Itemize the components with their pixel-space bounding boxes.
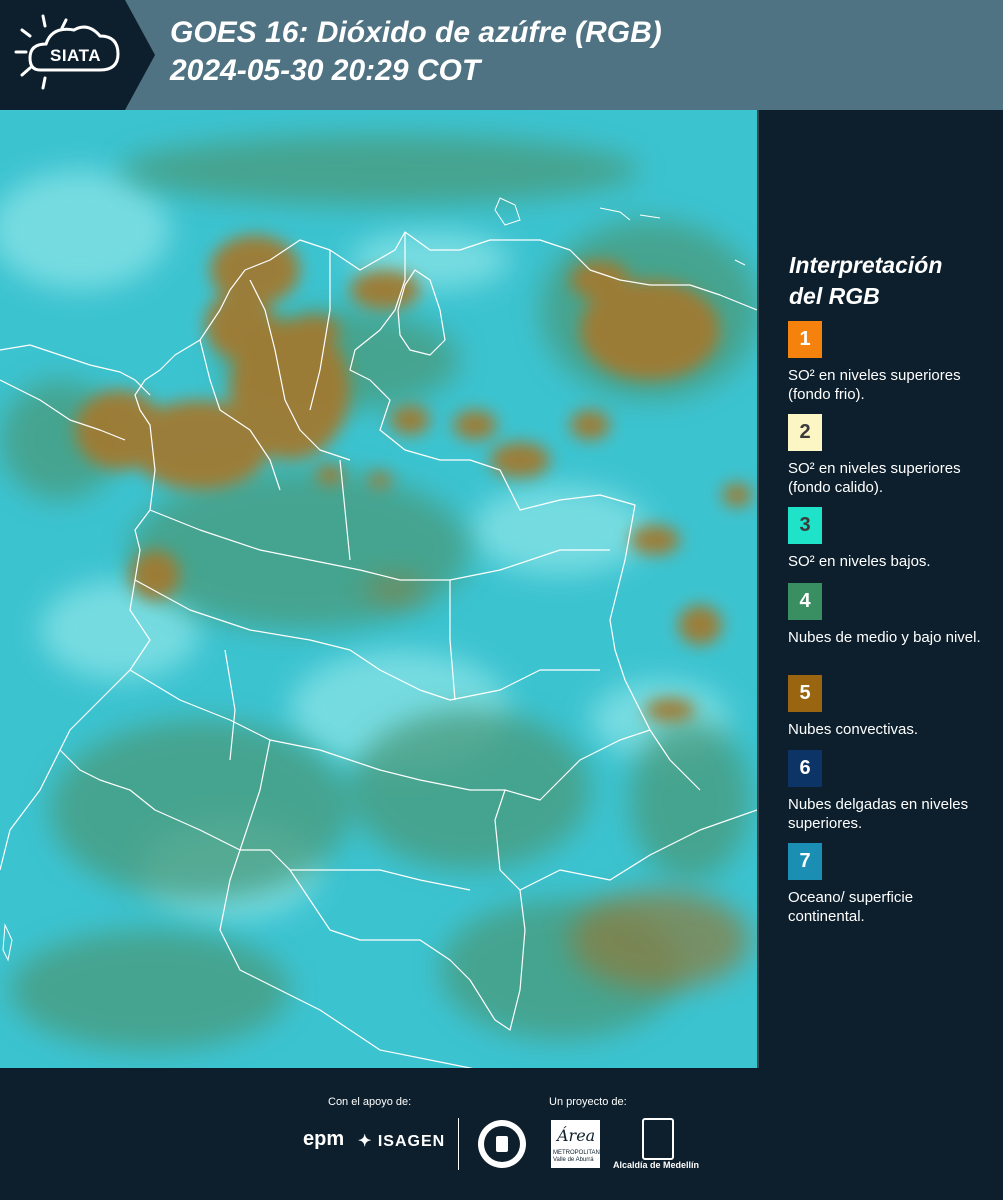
legend-title-line1: Interpretación	[789, 252, 943, 278]
legend-swatch-3: 3	[788, 507, 822, 544]
legend-label-2: SO² en niveles superiores (fondo calido)…	[788, 460, 961, 496]
legend-swatch-4: 4	[788, 583, 822, 620]
legend-item-5: 5 Nubes convectivas.	[788, 675, 988, 739]
legend-number-7: 7	[799, 850, 811, 872]
satellite-map[interactable]	[0, 110, 759, 1068]
legend-label-6: Nubes delgadas en niveles superiores.	[788, 796, 969, 832]
header-bar: SIATA GOES 16: Dióxido de azúfre (RGB) 2…	[0, 0, 1003, 110]
legend-number-2: 2	[799, 421, 811, 443]
legend-swatch-1: 1	[788, 321, 822, 358]
legend-swatch-5: 5	[788, 675, 822, 712]
legend-item-7: 7 Oceano/ superficie continental.	[788, 843, 988, 926]
support-label: Con el apoyo de:	[328, 1096, 412, 1108]
satellite-image	[0, 110, 757, 1068]
legend-label-1: SO² en niveles superiores (fondo frio).	[788, 367, 961, 403]
isagen-logo-text: ISAGEN	[377, 1133, 446, 1150]
legend-item-2: 2 SO² en niveles superiores (fondo calid…	[788, 414, 988, 497]
legend-label-7: Oceano/ superficie continental.	[788, 889, 914, 925]
legend-number-1: 1	[799, 328, 811, 350]
legend-swatch-6: 6	[788, 750, 822, 787]
page-title: GOES 16: Dióxido de azúfre (RGB) 2024-05…	[170, 14, 662, 90]
legend-swatch-2: 2	[788, 414, 822, 451]
legend-title-line2: del RGB	[789, 283, 880, 309]
legend-title: Interpretación del RGB	[789, 250, 942, 312]
legend-label-3: SO² en niveles bajos.	[788, 553, 931, 570]
area-logo-word: Área	[557, 1126, 596, 1145]
legend-item-1: 1 SO² en niveles superiores (fondo frio)…	[788, 321, 988, 404]
area-metropolitana-logo: Área METROPOLITANA Valle de Aburrá	[551, 1120, 604, 1168]
area-logo-subtitle: METROPOLITANA Valle de Aburrá	[553, 1150, 604, 1163]
footer: Con el apoyo de: Un proyecto de: epm ✦ I…	[0, 1068, 1003, 1200]
legend-label-5: Nubes convectivas.	[788, 721, 919, 738]
alcaldia-emblem-icon	[642, 1118, 674, 1160]
siata-logo-text: SIATA	[50, 46, 101, 65]
epm-logo: epm	[303, 1128, 345, 1150]
seal-hand-icon	[496, 1136, 508, 1152]
rgb-legend: Interpretación del RGB 1 SO² en niveles …	[760, 110, 1003, 1068]
legend-label-4: Nubes de medio y bajo nivel.	[788, 629, 981, 646]
legend-item-6: 6 Nubes delgadas en niveles superiores.	[788, 750, 988, 833]
legend-number-6: 6	[799, 757, 811, 779]
legend-number-3: 3	[799, 514, 811, 536]
legend-item-3: 3 SO² en niveles bajos.	[788, 507, 988, 571]
legend-number-4: 4	[799, 590, 811, 612]
title-timestamp: 2024-05-30 20:29 COT	[170, 54, 481, 87]
title-product: GOES 16: Dióxido de azúfre (RGB)	[170, 16, 662, 49]
medellin-seal-logo	[478, 1120, 526, 1168]
legend-swatch-7: 7	[788, 843, 822, 880]
legend-item-4: 4 Nubes de medio y bajo nivel.	[788, 583, 988, 647]
seal-ring	[484, 1126, 520, 1162]
isagen-logo: ✦ ISAGEN	[358, 1131, 445, 1151]
siata-logo: SIATA	[0, 0, 155, 110]
legend-number-5: 5	[799, 682, 811, 704]
isagen-mark-icon: ✦	[358, 1133, 378, 1150]
project-label: Un proyecto de:	[549, 1096, 627, 1108]
alcaldia-logo-text: Alcaldía de Medellín	[613, 1160, 700, 1170]
footer-divider	[458, 1118, 459, 1170]
